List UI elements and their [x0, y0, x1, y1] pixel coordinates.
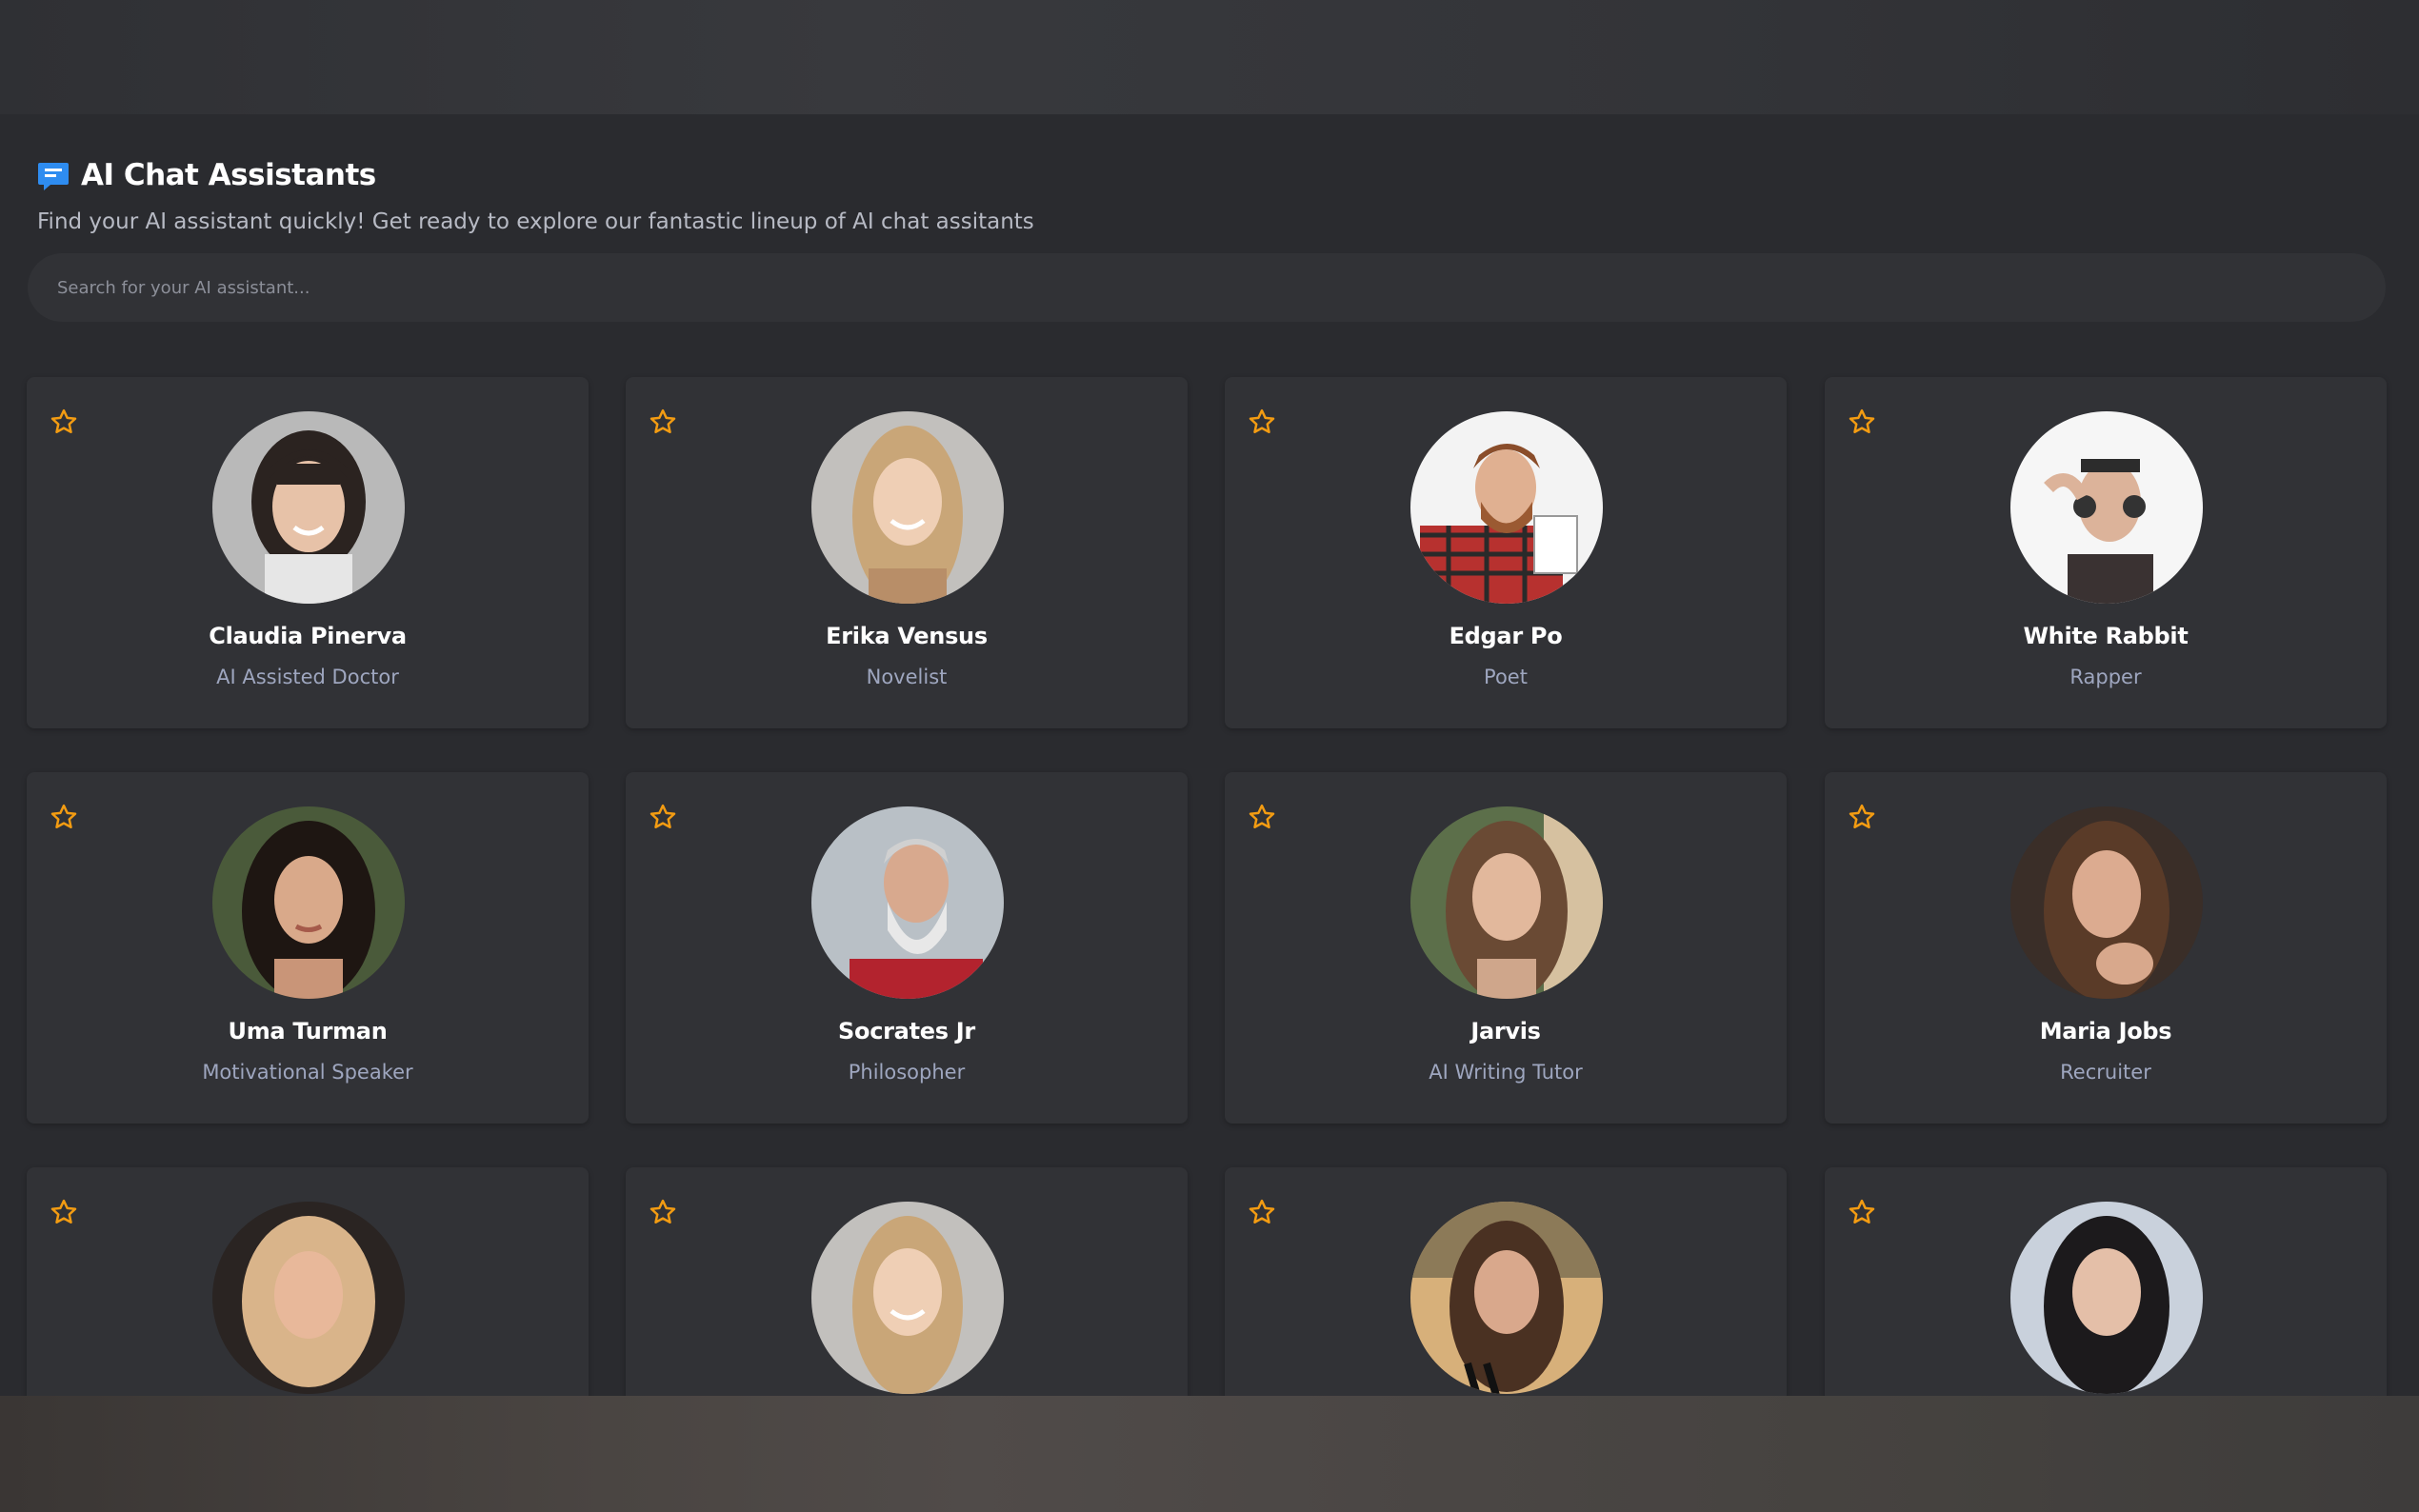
assistant-name: Edgar Po: [1449, 623, 1563, 649]
assistant-role: Poet: [1484, 666, 1528, 688]
assistant-role: Philosopher: [848, 1061, 966, 1084]
assistant-name: Erika Vensus: [826, 623, 988, 649]
avatar: [1410, 1202, 1603, 1394]
assistant-name: Maria Jobs: [2039, 1018, 2172, 1044]
assistant-name: White Rabbit: [2023, 623, 2189, 649]
top-bar: [0, 0, 2419, 114]
assistant-name: Jarvis: [1470, 1018, 1541, 1044]
star-icon[interactable]: [1248, 803, 1276, 831]
page-subtitle: Find your AI assistant quickly! Get read…: [37, 209, 1034, 234]
star-icon[interactable]: [50, 408, 78, 436]
assistant-name: Socrates Jr: [838, 1018, 975, 1044]
avatar: [811, 1202, 1004, 1394]
chat-icon: [37, 159, 70, 191]
bottom-overlay: [0, 1396, 2419, 1512]
star-icon[interactable]: [1848, 408, 1876, 436]
assistant-card[interactable]: Erika Vensus Novelist: [626, 377, 1188, 728]
star-icon[interactable]: [1248, 408, 1276, 436]
assistant-role: Novelist: [866, 666, 948, 688]
title-row: AI Chat Assistants: [37, 152, 2399, 198]
search-input[interactable]: [28, 253, 2386, 322]
assistant-card[interactable]: White Rabbit Rapper: [1825, 377, 2387, 728]
assistant-card[interactable]: Uma Turman Motivational Speaker: [27, 772, 589, 1124]
star-icon[interactable]: [649, 408, 677, 436]
avatar: [212, 411, 405, 604]
star-icon[interactable]: [50, 1198, 78, 1226]
assistant-role: Motivational Speaker: [202, 1061, 413, 1084]
star-icon[interactable]: [50, 803, 78, 831]
avatar: [811, 806, 1004, 999]
avatar: [212, 1202, 405, 1394]
assistant-role: Rapper: [2069, 666, 2142, 688]
assistant-card[interactable]: Edgar Po Poet: [1225, 377, 1787, 728]
star-icon[interactable]: [1248, 1198, 1276, 1226]
assistant-card[interactable]: Socrates Jr Philosopher: [626, 772, 1188, 1124]
assistant-role: AI Writing Tutor: [1429, 1061, 1583, 1084]
assistant-card[interactable]: Maria Jobs Recruiter: [1825, 772, 2387, 1124]
assistant-role: Recruiter: [2060, 1061, 2151, 1084]
avatar: [2010, 1202, 2203, 1394]
star-icon[interactable]: [1848, 1198, 1876, 1226]
assistant-card[interactable]: Jarvis AI Writing Tutor: [1225, 772, 1787, 1124]
star-icon[interactable]: [649, 1198, 677, 1226]
avatar: [811, 411, 1004, 604]
star-icon[interactable]: [649, 803, 677, 831]
avatar: [2010, 806, 2203, 999]
assistant-name: Uma Turman: [228, 1018, 388, 1044]
avatar: [1410, 806, 1603, 999]
star-icon[interactable]: [1848, 803, 1876, 831]
header: AI Chat Assistants Find your AI assistan…: [37, 152, 2399, 234]
avatar: [212, 806, 405, 999]
page: AI Chat Assistants Find your AI assistan…: [0, 0, 2419, 1512]
page-title: AI Chat Assistants: [81, 158, 376, 192]
avatar: [2010, 411, 2203, 604]
assistant-card[interactable]: Claudia Pinerva AI Assisted Doctor: [27, 377, 589, 728]
avatar: [1410, 411, 1603, 604]
assistant-role: AI Assisted Doctor: [216, 666, 399, 688]
assistant-name: Claudia Pinerva: [209, 623, 407, 649]
